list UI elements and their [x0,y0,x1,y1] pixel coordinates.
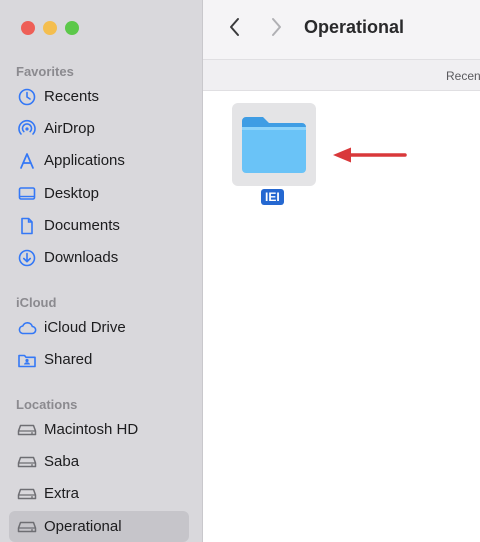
disk-icon [17,484,37,504]
sidebar-item-label: Operational [44,518,122,535]
sidebar: Favorites Recents AirDrop Applications D… [0,0,203,542]
file-browser-content: IEI [203,91,480,542]
sidebar-item-airdrop[interactable]: AirDrop [9,113,189,144]
document-icon [17,216,37,236]
airdrop-icon [17,119,37,139]
sidebar-item-label: Saba [44,453,80,470]
applications-icon [17,151,37,171]
sidebar-item-saba[interactable]: Saba [9,446,189,477]
folder-label[interactable]: IEI [261,189,284,205]
window-title: Operational [304,17,405,37]
sidebar-item-recents[interactable]: Recents [9,81,189,112]
minimize-button[interactable] [43,21,57,35]
desktop-icon [17,184,37,204]
close-button[interactable] [21,21,35,35]
disk-icon [17,452,37,472]
sidebar-item-label: Extra [44,485,80,502]
column-header-recents[interactable]: Recents [446,69,480,83]
window-controls [21,21,79,35]
toolbar: Operational [203,0,480,59]
finder-window: Favorites Recents AirDrop Applications D… [0,0,480,542]
chevron-right-icon [270,17,282,42]
sidebar-item-label: Recents [44,88,100,105]
sidebar-item-icloud-drive[interactable]: iCloud Drive [9,312,189,343]
section-label-favorites: Favorites [16,64,74,79]
download-icon [17,248,37,268]
section-label-locations: Locations [16,397,78,412]
sidebar-item-label: Applications [44,152,125,169]
clock-icon [17,87,37,107]
sidebar-item-label: Macintosh HD [44,421,139,438]
folder-icon [242,117,306,173]
sidebar-item-macintosh-hd[interactable]: Macintosh HD [9,414,189,445]
sidebar-item-label: Shared [44,351,93,368]
forward-button[interactable] [265,17,287,41]
shared-folder-icon [17,350,37,370]
sidebar-item-documents[interactable]: Documents [9,210,189,241]
sidebar-item-desktop[interactable]: Desktop [9,178,189,209]
cloud-icon [17,318,37,338]
sidebar-item-applications[interactable]: Applications [9,145,189,176]
red-arrow-icon [333,147,407,163]
section-label-icloud: iCloud [16,295,57,310]
sidebar-item-downloads[interactable]: Downloads [9,242,189,273]
sidebar-item-operational[interactable]: Operational [9,511,189,542]
sidebar-item-label: Documents [44,217,120,234]
sidebar-item-label: Desktop [44,185,100,202]
column-header-bar: Recents [203,59,480,91]
sidebar-item-label: Downloads [44,249,119,266]
zoom-button[interactable] [65,21,79,35]
sidebar-item-label: iCloud Drive [44,319,126,336]
chevron-left-icon [229,17,241,42]
back-button[interactable] [224,17,246,41]
sidebar-item-extra[interactable]: Extra [9,478,189,509]
sidebar-item-shared[interactable]: Shared [9,344,189,375]
sidebar-item-label: AirDrop [44,120,95,137]
folder-item-iei[interactable] [232,103,316,186]
disk-icon [17,420,37,440]
disk-icon [17,517,37,537]
